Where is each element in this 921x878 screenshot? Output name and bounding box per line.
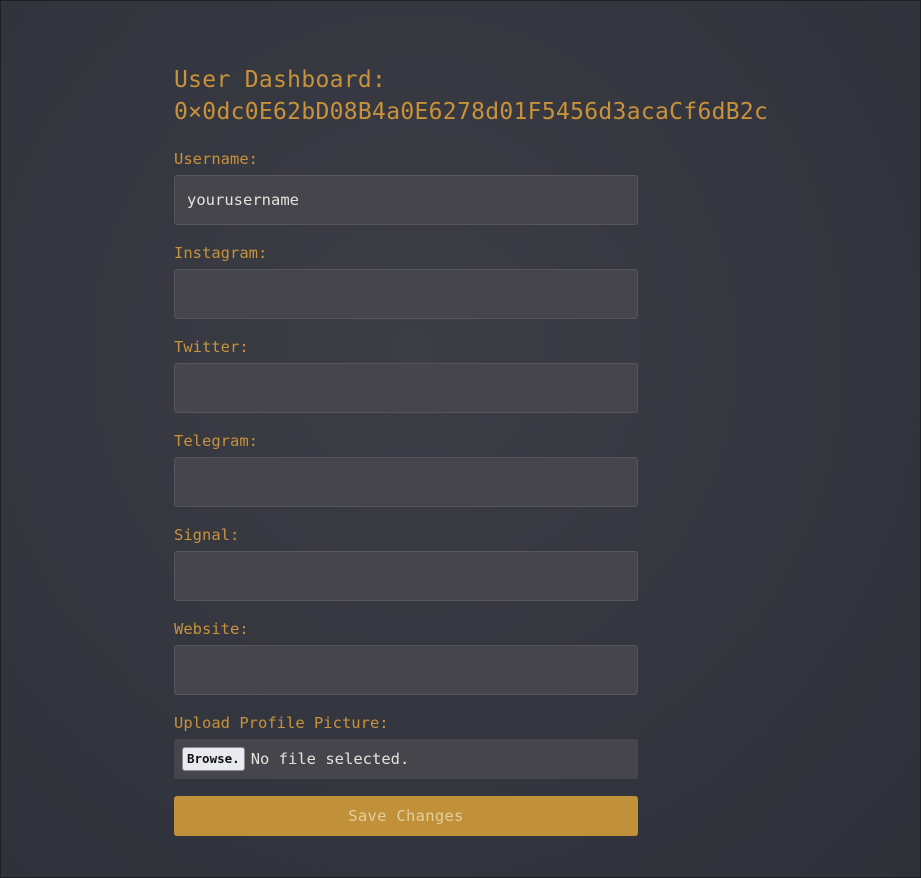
website-field: Website: <box>174 619 814 695</box>
telegram-label: Telegram: <box>174 432 258 450</box>
username-input[interactable] <box>174 175 638 225</box>
dashboard-panel: User Dashboard: 0×0dc0E62bD08B4a0E6278d0… <box>174 64 814 836</box>
wallet-address: 0×0dc0E62bD08B4a0E6278d01F5456d3acaCf6dB… <box>174 99 769 125</box>
username-field: Username: <box>174 149 814 225</box>
twitter-input[interactable] <box>174 363 638 413</box>
username-label: Username: <box>174 150 258 168</box>
twitter-label: Twitter: <box>174 338 249 356</box>
page-title: User Dashboard: 0×0dc0E62bD08B4a0E6278d0… <box>174 64 814 128</box>
file-input[interactable]: Browse. No file selected. <box>174 739 638 779</box>
upload-field: Upload Profile Picture: Browse. No file … <box>174 713 814 779</box>
signal-input[interactable] <box>174 551 638 601</box>
upload-label: Upload Profile Picture: <box>174 714 389 732</box>
signal-field: Signal: <box>174 525 814 601</box>
file-status: No file selected. <box>250 750 410 768</box>
website-input[interactable] <box>174 645 638 695</box>
telegram-input[interactable] <box>174 457 638 507</box>
instagram-label: Instagram: <box>174 244 268 262</box>
save-changes-button[interactable]: Save Changes <box>174 796 638 836</box>
telegram-field: Telegram: <box>174 431 814 507</box>
signal-label: Signal: <box>174 526 240 544</box>
twitter-field: Twitter: <box>174 337 814 413</box>
instagram-input[interactable] <box>174 269 638 319</box>
page-title-label: User Dashboard: <box>174 67 387 93</box>
website-label: Website: <box>174 620 249 638</box>
instagram-field: Instagram: <box>174 243 814 319</box>
browse-button[interactable]: Browse. <box>182 747 245 771</box>
